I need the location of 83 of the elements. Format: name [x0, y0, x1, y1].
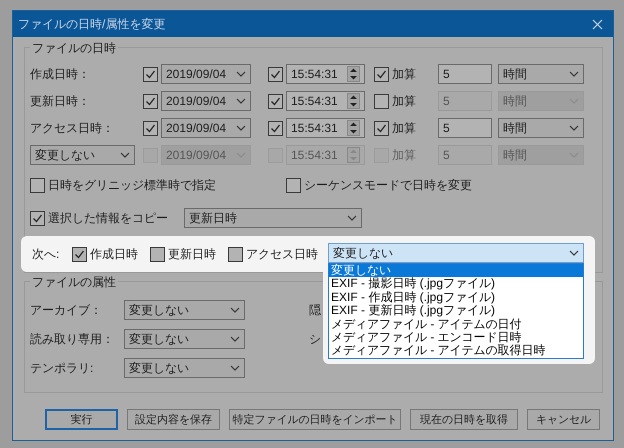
group-title: ファイルの属性 — [30, 274, 118, 291]
check-icon — [376, 122, 387, 134]
checkbox[interactable] — [268, 66, 283, 82]
checkbox-label: 日時をグリニッジ標準時で指定 — [48, 176, 216, 194]
checkbox-label: 更新日時 — [168, 246, 216, 262]
checkbox[interactable] — [374, 94, 389, 108]
amount-field[interactable]: 5 — [438, 118, 492, 138]
caret-icon — [236, 71, 246, 77]
date-picker[interactable]: 2019/09/04 — [161, 118, 251, 138]
dialog-button[interactable]: 実行 — [45, 409, 118, 430]
checkbox[interactable] — [143, 120, 158, 136]
row-label: 作成日時： — [30, 66, 91, 82]
checkbox[interactable] — [374, 66, 389, 82]
amount-field[interactable]: 5 — [438, 64, 492, 84]
next-select[interactable]: 変更しない — [328, 243, 584, 263]
checkbox[interactable] — [286, 178, 301, 192]
time-field[interactable]: 15:54:31 — [286, 91, 365, 111]
check-icon — [74, 248, 85, 260]
checkbox-label: 加算 — [392, 146, 416, 164]
checkbox[interactable] — [30, 210, 45, 226]
dropdown-option[interactable]: 変更しない — [329, 264, 583, 278]
check-icon — [145, 122, 156, 134]
caret-icon — [230, 365, 240, 371]
caret-icon — [347, 215, 357, 221]
unit-select[interactable]: 時間 — [498, 118, 584, 138]
unit-select[interactable]: 時間 — [498, 64, 584, 84]
next-label: 次へ: — [32, 246, 60, 262]
check-icon — [145, 96, 156, 106]
row-label: 更新日時： — [30, 92, 91, 110]
checkbox[interactable] — [143, 66, 158, 82]
row-label: アクセス日時： — [30, 120, 115, 136]
caret-icon — [236, 125, 246, 131]
time-field[interactable]: 15:54:31 — [286, 64, 365, 84]
checkbox[interactable] — [374, 120, 389, 136]
caret-icon — [230, 307, 240, 313]
dialog-button[interactable]: 設定内容を保存 — [127, 409, 220, 430]
checkbox[interactable] — [72, 246, 87, 262]
checkbox-label: アクセス日時 — [246, 246, 318, 262]
check-icon — [32, 212, 43, 224]
spinner-icon[interactable] — [347, 66, 360, 82]
checkbox-label: 加算 — [392, 66, 416, 82]
checkbox[interactable] — [150, 246, 165, 262]
row-label: アーカイブ： — [30, 302, 103, 318]
spinner-icon[interactable] — [347, 120, 360, 136]
dialog-button[interactable]: キャンセル — [527, 409, 600, 430]
window-title: ファイルの日時/属性を変更 — [18, 16, 166, 32]
caret-icon — [569, 125, 579, 131]
time-field[interactable]: 15:54:31 — [286, 118, 365, 138]
date-picker[interactable]: 2019/09/04 — [161, 64, 251, 84]
caret-icon — [230, 336, 240, 342]
caret-icon — [569, 250, 579, 256]
caret-icon — [236, 98, 246, 104]
attribute-select[interactable]: 変更しない — [124, 329, 245, 349]
group-title: ファイルの日時 — [30, 40, 118, 57]
check-icon — [270, 68, 281, 80]
caret-icon — [120, 152, 130, 158]
checkbox-label: 選択した情報をコピー — [48, 210, 168, 226]
close-icon[interactable] — [592, 18, 603, 30]
row-label: 隠 — [309, 302, 321, 318]
checkbox[interactable] — [268, 94, 283, 108]
check-icon — [270, 96, 281, 106]
dialog-button[interactable]: 特定ファイルの日時をインポート — [229, 409, 401, 430]
spinner-icon[interactable] — [347, 93, 360, 109]
checkbox-label: 加算 — [392, 92, 416, 110]
check-icon — [145, 68, 156, 80]
checkbox[interactable] — [143, 94, 158, 108]
checkbox[interactable] — [268, 120, 283, 136]
checkbox-label: 加算 — [392, 120, 416, 136]
copy-source-select[interactable]: 更新日時 — [184, 208, 362, 228]
attribute-select[interactable]: 変更しない — [124, 358, 245, 378]
checkbox-label: 作成日時 — [90, 246, 138, 262]
checkbox[interactable] — [228, 246, 243, 262]
row-label: テンポラリ: — [30, 360, 94, 376]
attribute-select[interactable]: 変更しない — [124, 300, 245, 320]
dialog-button[interactable]: 現在の日時を取得 — [410, 409, 518, 430]
row-label: シ — [309, 330, 321, 348]
date-picker[interactable]: 2019/09/04 — [161, 91, 251, 111]
row-label: 読み取り専用： — [30, 330, 115, 348]
check-icon — [270, 122, 281, 134]
checkbox-label: シーケンスモードで日時を変更 — [304, 176, 472, 194]
caret-icon — [569, 71, 579, 77]
check-icon — [376, 68, 387, 80]
checkbox[interactable] — [30, 178, 45, 192]
